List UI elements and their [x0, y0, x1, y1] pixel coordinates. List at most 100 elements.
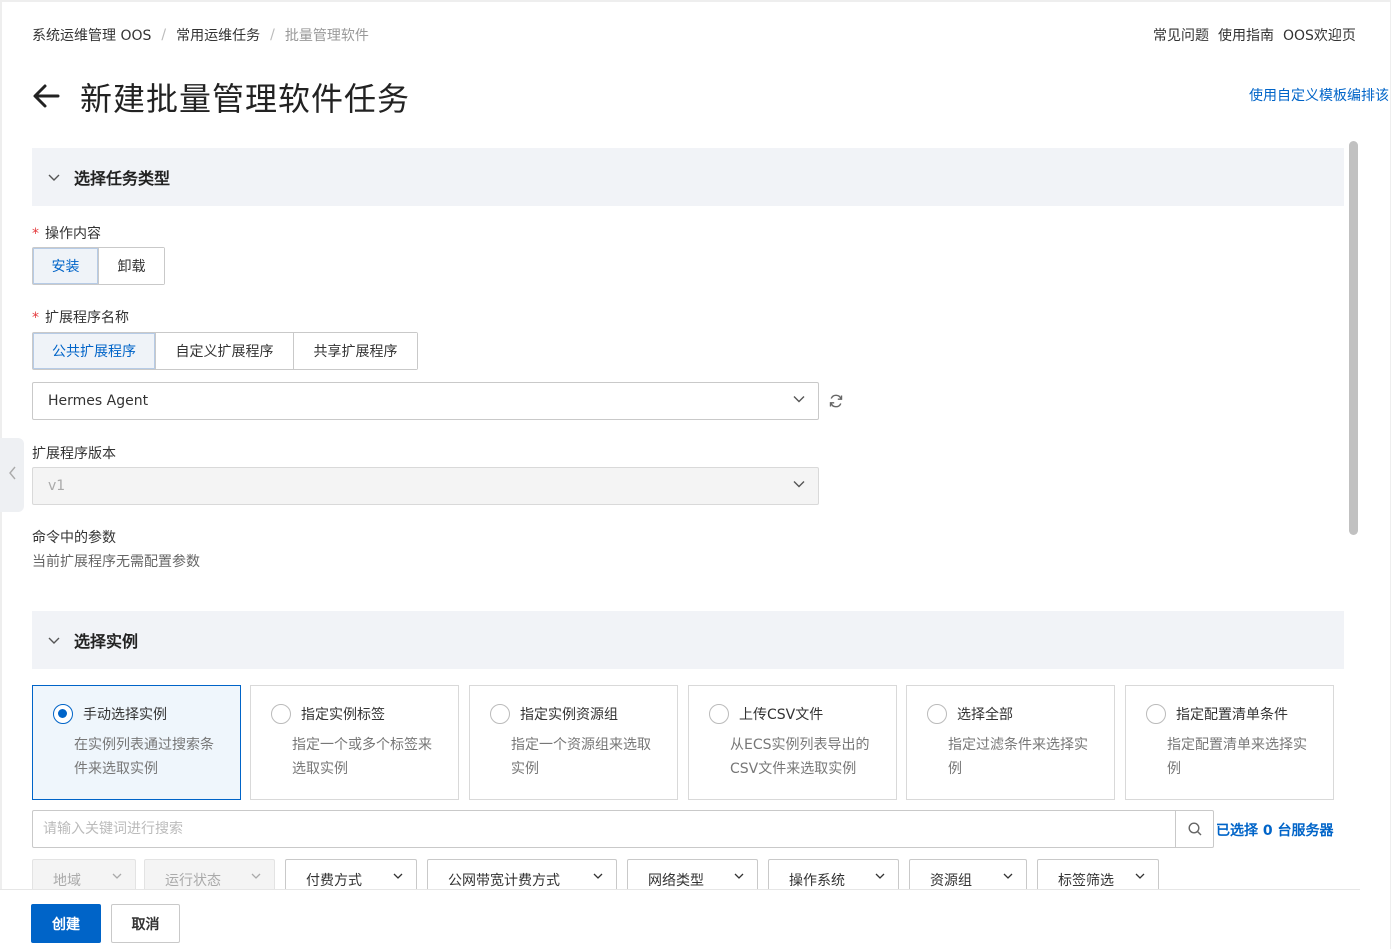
card-desc: 选取实例	[292, 761, 348, 777]
custom-template-link[interactable]: 使用自定义模板编排该	[1249, 85, 1389, 105]
breadcrumb-item-common-tasks[interactable]: 常用运维任务	[176, 25, 260, 45]
refresh-icon[interactable]	[827, 392, 845, 410]
card-desc: 例	[1167, 761, 1181, 777]
extension-name-label: * 扩展程序名称	[32, 307, 129, 327]
cancel-button[interactable]: 取消	[111, 904, 180, 943]
extension-select[interactable]: Hermes Agent	[32, 382, 819, 420]
card-desc: 指定配置清单来选择实	[1167, 737, 1307, 753]
filter-payment[interactable]: 付费方式	[285, 859, 417, 889]
radio-icon	[709, 704, 729, 724]
filter-bandwidth-billing[interactable]: 公网带宽计费方式	[427, 859, 617, 889]
extension-type-button-group: 公共扩展程序 自定义扩展程序 共享扩展程序	[32, 332, 418, 370]
shared-extension-button[interactable]: 共享扩展程序	[294, 333, 417, 369]
filter-tags[interactable]: 标签筛选	[1037, 859, 1159, 889]
card-upload-csv[interactable]: 上传CSV文件 从ECS实例列表导出的 CSV文件来选取实例	[688, 685, 897, 800]
card-select-all[interactable]: 选择全部 指定过滤条件来选择实例	[906, 685, 1115, 800]
filter-os[interactable]: 操作系统	[768, 859, 899, 889]
filter-label: 资源组	[930, 873, 972, 889]
card-instance-tags[interactable]: 指定实例标签 指定一个或多个标签来 选取实例	[250, 685, 459, 800]
chevron-down-icon	[250, 870, 262, 886]
chevron-down-icon	[1002, 870, 1014, 886]
oos-welcome-link[interactable]: OOS欢迎页	[1283, 25, 1356, 45]
radio-icon	[53, 704, 73, 724]
filter-network-type[interactable]: 网络类型	[627, 859, 758, 889]
page-title: 新建批量管理软件任务	[80, 80, 411, 118]
radio-icon	[1146, 704, 1166, 724]
chevron-down-icon	[1134, 870, 1146, 886]
card-manual-select[interactable]: 手动选择实例 在实例列表通过搜索条 件来选取实例	[32, 685, 241, 800]
back-arrow-icon[interactable]	[30, 80, 62, 112]
card-title: 指定配置清单条件	[1176, 707, 1288, 723]
instance-search-box	[32, 810, 1214, 848]
radio-icon	[927, 704, 947, 724]
operation-uninstall-button[interactable]: 卸载	[99, 248, 164, 284]
card-inventory-condition[interactable]: 指定配置清单条件 指定配置清单来选择实例	[1125, 685, 1334, 800]
filter-label: 网络类型	[648, 873, 704, 889]
card-title: 指定实例标签	[301, 707, 385, 723]
selected-count[interactable]: 已选择 0 台服务器	[1216, 820, 1334, 840]
footer-bar	[0, 889, 1360, 949]
scrollbar-thumb[interactable]	[1349, 141, 1358, 535]
extension-version-value: v1	[48, 478, 66, 494]
section-header-instances[interactable]: 选择实例	[32, 611, 1344, 669]
card-desc: 在实例列表通过搜索条	[74, 737, 214, 753]
section-title: 选择任务类型	[74, 169, 171, 188]
card-desc: 例	[948, 761, 962, 777]
filter-status: 运行状态	[144, 859, 275, 889]
card-title: 指定实例资源组	[520, 707, 618, 723]
chevron-down-icon	[792, 392, 806, 410]
extension-name-label-text: 扩展程序名称	[45, 310, 129, 326]
command-params-label: 命令中的参数	[32, 530, 116, 546]
public-extension-button[interactable]: 公共扩展程序	[33, 333, 156, 369]
custom-extension-button[interactable]: 自定义扩展程序	[156, 333, 294, 369]
filter-resource-group[interactable]: 资源组	[909, 859, 1027, 889]
card-resource-group[interactable]: 指定实例资源组 指定一个资源组来选取 实例	[469, 685, 678, 800]
chevron-down-icon	[733, 870, 745, 886]
card-title: 上传CSV文件	[739, 707, 824, 723]
faq-link[interactable]: 常见问题	[1153, 25, 1209, 45]
sidebar-toggle[interactable]	[0, 438, 24, 512]
card-desc: 指定过滤条件来选择实	[948, 737, 1088, 753]
chevron-down-icon	[34, 633, 74, 647]
breadcrumb-item-oos[interactable]: 系统运维管理 OOS	[32, 25, 151, 45]
card-desc: 指定一个资源组来选取	[511, 737, 651, 753]
chevron-down-icon	[592, 870, 604, 886]
filter-region: 地域	[32, 859, 136, 889]
card-desc: 件来选取实例	[74, 761, 158, 777]
card-desc: CSV文件来选取实例	[730, 761, 857, 777]
filter-label: 公网带宽计费方式	[448, 873, 560, 889]
chevron-down-icon	[34, 170, 74, 184]
card-desc: 指定一个或多个标签来	[292, 737, 432, 753]
section-title: 选择实例	[74, 632, 139, 651]
instance-search-input[interactable]	[33, 811, 1175, 847]
breadcrumb-separator: /	[161, 27, 167, 43]
section-header-task-type[interactable]: 选择任务类型	[32, 148, 1344, 206]
filter-label: 标签筛选	[1058, 873, 1114, 889]
radio-icon	[490, 704, 510, 724]
card-title: 手动选择实例	[83, 707, 167, 723]
right-edge	[1390, 0, 1400, 949]
extension-version-label: 扩展程序版本	[32, 446, 116, 462]
filter-label: 付费方式	[306, 873, 362, 889]
extension-select-value: Hermes Agent	[48, 393, 149, 409]
header-links: 常见问题 使用指南 OOS欢迎页	[1153, 25, 1356, 45]
search-icon[interactable]	[1175, 811, 1213, 847]
create-button[interactable]: 创建	[31, 904, 101, 943]
chevron-down-icon	[874, 870, 886, 886]
chevron-left-icon	[7, 465, 17, 485]
chevron-down-icon	[792, 477, 806, 495]
chevron-down-icon	[111, 870, 123, 886]
filter-label: 运行状态	[165, 873, 221, 889]
breadcrumb-item-current: 批量管理软件	[284, 28, 369, 44]
card-title: 选择全部	[957, 707, 1013, 723]
card-desc: 从ECS实例列表导出的	[730, 737, 870, 753]
operation-label-text: 操作内容	[45, 226, 101, 242]
extension-version-select: v1	[32, 467, 819, 505]
operation-label: * 操作内容	[32, 223, 101, 243]
chevron-down-icon	[392, 870, 404, 886]
operation-install-button[interactable]: 安装	[33, 248, 99, 284]
filter-label: 操作系统	[789, 873, 845, 889]
guide-link[interactable]: 使用指南	[1218, 25, 1274, 45]
breadcrumb: 系统运维管理 OOS / 常用运维任务 / 批量管理软件	[32, 25, 369, 45]
filter-label: 地域	[53, 873, 81, 889]
